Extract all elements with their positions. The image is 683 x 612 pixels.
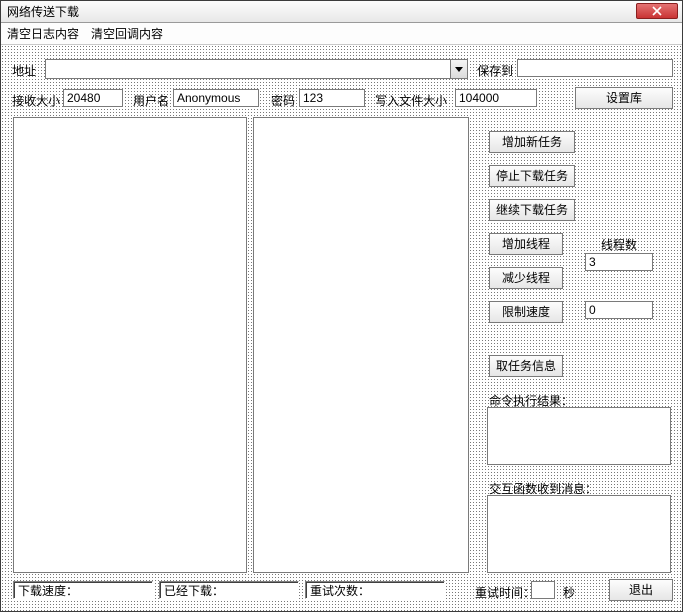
window-title: 网络传送下载 xyxy=(7,3,79,20)
toolbar: 清空日志内容 清空回调内容 xyxy=(1,23,682,45)
saveto-label: 保存到 xyxy=(475,61,515,80)
get-info-button[interactable]: 取任务信息 xyxy=(489,355,563,377)
retry-time-label: 重试时间： xyxy=(473,583,537,602)
pass-label: 密码 xyxy=(269,91,297,110)
write-size-input[interactable] xyxy=(455,89,537,107)
callback-panel[interactable] xyxy=(253,117,469,573)
address-combo[interactable] xyxy=(45,59,468,79)
thread-count-input[interactable] xyxy=(585,253,653,271)
titlebar: 网络传送下载 xyxy=(1,1,682,23)
chevron-down-icon xyxy=(455,67,463,72)
log-panel[interactable] xyxy=(13,117,247,573)
limit-speed-input[interactable] xyxy=(585,301,653,319)
cmd-result-textarea[interactable] xyxy=(487,407,671,465)
recv-size-input[interactable] xyxy=(63,89,123,107)
callback-msg-textarea[interactable] xyxy=(487,495,671,573)
add-task-button[interactable]: 增加新任务 xyxy=(489,131,575,153)
window-close-button[interactable] xyxy=(636,3,678,19)
thread-count-label: 线程数 xyxy=(599,235,639,254)
retry-time-input[interactable] xyxy=(531,581,555,599)
stop-task-button[interactable]: 停止下载任务 xyxy=(489,165,575,187)
seconds-label: 秒 xyxy=(561,583,577,602)
close-icon xyxy=(652,6,662,16)
exit-button[interactable]: 退出 xyxy=(609,579,673,601)
pass-input[interactable] xyxy=(299,89,365,107)
download-speed-status: 下载速度： xyxy=(13,581,153,599)
recv-size-label: 接收大小 xyxy=(10,91,62,110)
write-size-label: 写入文件大小 xyxy=(373,91,449,110)
limit-speed-button[interactable]: 限制速度 xyxy=(489,301,563,323)
add-thread-button[interactable]: 增加线程 xyxy=(489,233,563,255)
set-library-button[interactable]: 设置库 xyxy=(575,87,673,109)
clear-callback-link[interactable]: 清空回调内容 xyxy=(91,25,163,42)
already-downloaded-status: 已经下载： xyxy=(159,581,299,599)
saveto-input[interactable] xyxy=(517,59,673,77)
resume-task-button[interactable]: 继续下载任务 xyxy=(489,199,575,221)
address-label: 地址 xyxy=(10,61,38,80)
user-input[interactable] xyxy=(173,89,259,107)
address-dropdown-button[interactable] xyxy=(450,60,467,78)
address-input[interactable] xyxy=(46,60,450,78)
clear-log-link[interactable]: 清空日志内容 xyxy=(7,25,79,42)
user-label: 用户名 xyxy=(131,91,171,110)
dec-thread-button[interactable]: 减少线程 xyxy=(489,267,563,289)
retry-count-status: 重试次数： xyxy=(305,581,445,599)
client-area: 地址 保存到 接收大小 用户名 密码 写入文件大小 设置库 增加新任务 停止下载… xyxy=(1,45,682,611)
